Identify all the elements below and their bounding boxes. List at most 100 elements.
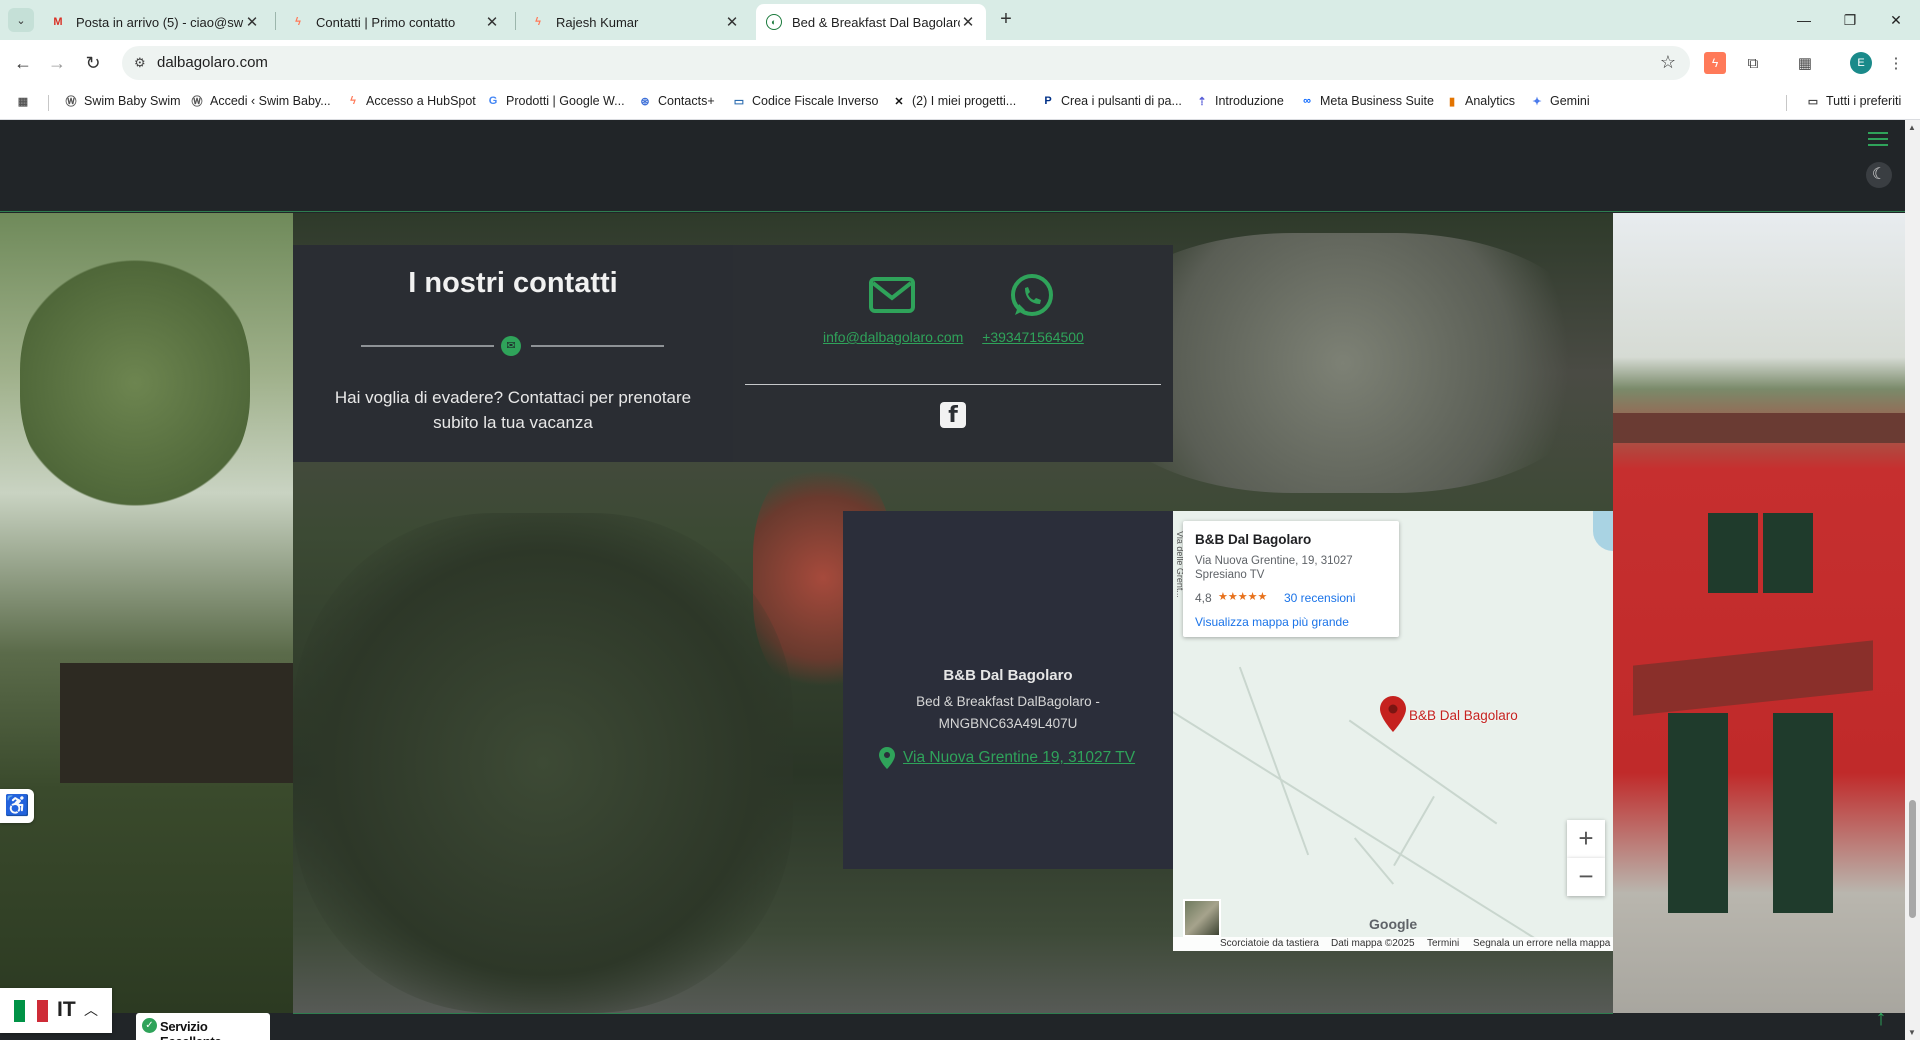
background-photo-left: [0, 213, 300, 1013]
tab-separator: [515, 12, 516, 30]
extensions-puzzle-icon[interactable]: ⧉: [1742, 52, 1764, 74]
profile-avatar[interactable]: E: [1850, 52, 1872, 74]
service-badge[interactable]: ✓ Servizio Eccellente: [136, 1013, 270, 1040]
bookmark-separator: [48, 95, 49, 111]
site-header: ☾: [0, 120, 1905, 212]
bookmark-contacts-plus[interactable]: ⊛ Contacts+: [638, 94, 714, 108]
badge-label: Servizio Eccellente: [160, 1019, 222, 1040]
wordpress-icon: Ⓦ: [65, 96, 77, 108]
site-info-icon[interactable]: ⚙: [134, 55, 146, 71]
map-road: [1173, 711, 1613, 951]
business-description: Bed & Breakfast DalBagolaro - MNGBNC63A4…: [916, 694, 1100, 731]
bookmark-swim-baby-swim[interactable]: Ⓦ Swim Baby Swim: [64, 94, 181, 108]
close-tab-icon[interactable]: ✕: [724, 13, 740, 31]
chevron-up-icon: ︿: [84, 1002, 98, 1018]
browser-menu-icon[interactable]: ⋮: [1885, 52, 1907, 74]
bookmark-codice-fiscale[interactable]: ▭ Codice Fiscale Inverso: [732, 94, 879, 108]
place-name: B&B Dal Bagolaro: [1195, 532, 1312, 547]
facebook-icon[interactable]: f: [940, 402, 966, 428]
bookmark-star-icon[interactable]: ☆: [1660, 52, 1676, 73]
bookmark-google-workspace[interactable]: G Prodotti | Google W...: [486, 94, 625, 108]
view-larger-map-link[interactable]: Visualizza mappa più grande: [1195, 615, 1349, 629]
forward-arrow-icon[interactable]: →: [44, 50, 70, 76]
page-scrollbar[interactable]: ▲ ▼: [1905, 120, 1920, 1040]
google-icon: G: [488, 95, 498, 107]
contacts-heading-card: I nostri contatti ✉ Hai voglia di evader…: [293, 245, 733, 462]
tab-search-chevron-icon[interactable]: ⌄: [8, 8, 34, 32]
map-data-credit: Dati mappa ©2025: [1331, 938, 1415, 949]
bookmark-analytics[interactable]: ▮ Analytics: [1445, 94, 1515, 108]
map-road: [1393, 795, 1435, 867]
site-icon: ◐: [766, 14, 782, 30]
envelope-icon[interactable]: [869, 277, 915, 313]
hubspot-icon: ϟ: [535, 16, 541, 28]
back-arrow-icon[interactable]: ←: [10, 50, 36, 76]
hubspot-icon: ϟ: [295, 16, 301, 28]
horizontal-divider: [745, 384, 1161, 385]
reviews-link[interactable]: 30 recensioni: [1284, 591, 1355, 605]
phone-link[interactable]: +393471564500: [978, 329, 1088, 345]
bookmark-gemini[interactable]: ✦ Gemini: [1530, 94, 1589, 108]
gemini-icon: ✦: [1532, 95, 1542, 108]
terms-link[interactable]: Termini: [1427, 938, 1459, 949]
dark-mode-moon-icon[interactable]: ☾: [1866, 162, 1892, 188]
scrollbar-thumb[interactable]: [1909, 800, 1916, 918]
scroll-to-top-arrow-icon[interactable]: ↑: [1866, 1005, 1896, 1035]
analytics-icon: ▮: [1448, 95, 1456, 108]
contacts-subtitle: Hai voglia di evadere? Contattaci per pr…: [334, 388, 692, 432]
address-bar[interactable]: ⚙ dalbagolaro.com ☆: [122, 46, 1690, 80]
contact-links-card: info@dalbagolaro.com +393471564500 f: [733, 245, 1173, 462]
url-text[interactable]: dalbagolaro.com: [157, 54, 268, 71]
tab-hubspot-contatti[interactable]: ϟ Contatti | Primo contatto ✕: [280, 4, 510, 40]
close-window-button[interactable]: ✕: [1873, 0, 1919, 40]
zoom-in-button[interactable]: +: [1567, 820, 1605, 858]
scroll-up-arrow-icon[interactable]: ▲: [1908, 123, 1916, 132]
address-link[interactable]: Via Nuova Grentine 19, 31027 TV: [903, 749, 1135, 767]
browser-toolbar: ← → ↻ ⚙ dalbagolaro.com ☆ ϟ ⧉ ▦ E ⋮: [0, 40, 1920, 86]
all-bookmarks-folder[interactable]: ▭ Tutti i preferiti: [1806, 94, 1901, 108]
keyboard-shortcuts-link[interactable]: Scorciatoie da tastiera: [1220, 938, 1319, 949]
map-water: [1593, 511, 1613, 551]
whatsapp-icon[interactable]: [1009, 273, 1055, 319]
restore-window-button[interactable]: ❐: [1827, 0, 1873, 40]
bookmark-hubspot[interactable]: ϟ Accesso a HubSpot: [346, 94, 476, 108]
bookmarks-bar: ▦ Ⓦ Swim Baby Swim Ⓦ Accedi ‹ Swim Baby...…: [0, 86, 1920, 120]
tab-separator: [275, 12, 276, 30]
bookmark-paypal[interactable]: P Crea i pulsanti di pa...: [1041, 94, 1182, 108]
tab-dal-bagolaro[interactable]: ◐ Bed & Breakfast Dal Bagolaro ✕: [756, 4, 986, 40]
close-tab-icon[interactable]: ✕: [960, 13, 976, 31]
reload-icon[interactable]: ↻: [80, 50, 106, 76]
gmail-icon: M: [53, 16, 63, 28]
apps-grid-icon[interactable]: ▦: [16, 94, 36, 108]
menu-hamburger-icon[interactable]: [1868, 132, 1888, 146]
tab-gmail[interactable]: M Posta in arrivo (5) - ciao@swimbabyswi…: [40, 4, 270, 40]
new-tab-button[interactable]: +: [994, 8, 1018, 32]
satellite-toggle-thumbnail[interactable]: [1183, 899, 1221, 937]
map-marker-icon[interactable]: [1380, 696, 1406, 732]
accessibility-icon[interactable]: ♿: [0, 789, 34, 823]
background-photo-red-house: [1613, 213, 1905, 1013]
italian-flag-icon: [14, 1000, 48, 1022]
place-rating: 4,8: [1195, 591, 1212, 605]
tab-groups-icon[interactable]: ▦: [1794, 52, 1816, 74]
map-marker-label[interactable]: B&B Dal Bagolaro: [1409, 708, 1518, 723]
bookmark-accedi-swim[interactable]: Ⓦ Accedi ‹ Swim Baby...: [190, 94, 331, 108]
google-map-embed[interactable]: Via delle Grent... B&B Dal Bagolaro Via …: [1173, 511, 1613, 951]
close-tab-icon[interactable]: ✕: [484, 13, 500, 31]
business-info-card: B&B Dal Bagolaro Bed & Breakfast DalBago…: [843, 511, 1173, 869]
close-tab-icon[interactable]: ✕: [244, 13, 260, 31]
paypal-icon: P: [1044, 95, 1052, 107]
zoom-out-button[interactable]: −: [1567, 858, 1605, 896]
hubspot-extension-icon[interactable]: ϟ: [1704, 52, 1726, 74]
tab-hubspot-rajesh[interactable]: ϟ Rajesh Kumar ✕: [520, 4, 750, 40]
report-map-error-link[interactable]: Segnala un errore nella mappa: [1473, 938, 1610, 949]
email-link[interactable]: info@dalbagolaro.com: [823, 329, 963, 345]
bookmark-introduzione[interactable]: ⇡ Introduzione: [1195, 94, 1283, 108]
scroll-down-arrow-icon[interactable]: ▼: [1908, 1028, 1916, 1037]
minimize-window-button[interactable]: —: [1781, 0, 1827, 40]
map-attribution-bar: Scorciatoie da tastiera Dati mappa ©2025…: [1173, 937, 1613, 951]
language-switcher[interactable]: IT ︿: [0, 988, 112, 1033]
bookmark-meta-business[interactable]: ∞ Meta Business Suite: [1300, 94, 1434, 108]
wordpress-icon: Ⓦ: [191, 96, 203, 108]
bookmark-progetti[interactable]: ✕ (2) I miei progetti...: [892, 94, 1016, 108]
